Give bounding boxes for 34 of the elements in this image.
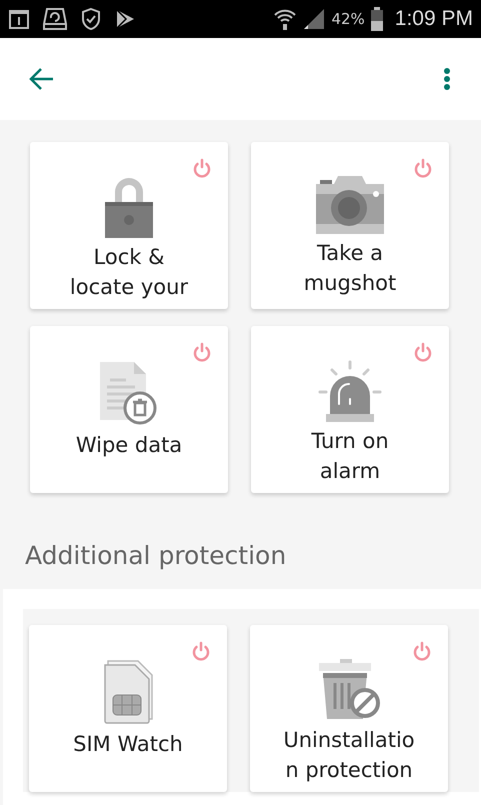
siren-icon [317,360,383,422]
feature-card[interactable]: Wipe data [30,326,228,493]
card-label: Lock & locate your [70,244,188,301]
card-label: Uninstallatio n protection [283,727,415,784]
feature-card[interactable]: Uninstallatio n protection [250,625,448,792]
card-label: Take a mugshot [304,240,396,297]
section-heading: Additional protection [24,540,288,572]
battery-percent: 42% [331,10,365,28]
battery-icon [370,7,384,31]
power-icon[interactable] [191,641,211,661]
back-arrow-icon[interactable] [29,66,55,92]
feature-card[interactable]: Turn on alarm [251,326,449,493]
card-label: Wipe data [76,432,182,459]
signal-icon [302,7,326,31]
calendar-icon [8,8,30,30]
sim-card-icon [102,659,154,725]
card-label: Turn on alarm [311,428,389,485]
trash-blocked-icon [317,659,381,721]
drive-icon [42,6,68,32]
clock: 1:09 PM [394,7,473,31]
feature-card[interactable]: Take a mugshot [251,142,449,309]
feature-card[interactable]: Lock & locate your [30,142,228,309]
power-icon[interactable] [413,158,433,178]
more-menu-icon[interactable] [443,67,451,91]
feature-card[interactable]: SIM Watch [29,625,227,792]
power-icon[interactable] [412,641,432,661]
play-store-icon [114,8,136,30]
wifi-icon [273,7,298,31]
power-icon[interactable] [192,158,212,178]
power-icon[interactable] [192,342,212,362]
camera-icon [316,176,384,234]
shield-icon [80,7,102,31]
card-label: SIM Watch [73,731,183,758]
power-icon[interactable] [413,342,433,362]
